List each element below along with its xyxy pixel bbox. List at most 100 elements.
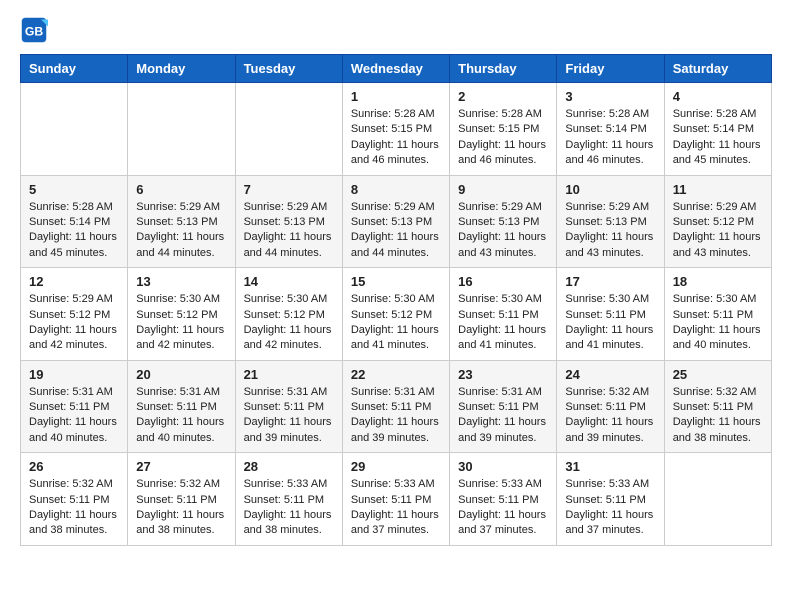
- day-header-sunday: Sunday: [21, 55, 128, 83]
- day-info: Sunrise: 5:33 AM Sunset: 5:11 PM Dayligh…: [351, 477, 441, 539]
- calendar-cell: [21, 83, 128, 176]
- day-number: 16: [458, 274, 548, 289]
- calendar-cell: 6 Sunrise: 5:29 AM Sunset: 5:13 PM Daylig…: [128, 175, 235, 268]
- calendar-cell: 25Sunrise: 5:32 AM Sunset: 5:11 PM Dayli…: [664, 360, 771, 453]
- day-info: Sunrise: 5:31 AM Sunset: 5:11 PM Dayligh…: [244, 385, 334, 447]
- day-info: Sunrise: 5:28 AM Sunset: 5:14 PM Dayligh…: [29, 200, 119, 262]
- calendar-cell: 19 Sunrise: 5:31 AM Sunset: 5:11 PM Dayli…: [21, 360, 128, 453]
- day-info: Sunrise: 5:31 AM Sunset: 5:11 PM Dayligh…: [29, 385, 119, 447]
- calendar-cell: 22 Sunrise: 5:31 AM Sunset: 5:11 PM Dayli…: [342, 360, 449, 453]
- day-info: Sunrise: 5:29 AM Sunset: 5:13 PM Dayligh…: [244, 200, 334, 262]
- day-info: Sunrise: 5:32 AM Sunset: 5:11 PM Dayligh…: [565, 385, 655, 447]
- day-header-monday: Monday: [128, 55, 235, 83]
- day-header-wednesday: Wednesday: [342, 55, 449, 83]
- calendar-cell: 21Sunrise: 5:31 AM Sunset: 5:11 PM Dayli…: [235, 360, 342, 453]
- calendar-cell: 24 Sunrise: 5:32 AM Sunset: 5:11 PM Dayli…: [557, 360, 664, 453]
- calendar-cell: 2Sunrise: 5:28 AM Sunset: 5:15 PM Daylig…: [450, 83, 557, 176]
- week-row-4: 19 Sunrise: 5:31 AM Sunset: 5:11 PM Dayli…: [21, 360, 772, 453]
- calendar-cell: 3 Sunrise: 5:28 AM Sunset: 5:14 PM Daylig…: [557, 83, 664, 176]
- day-info: Sunrise: 5:30 AM Sunset: 5:12 PM Dayligh…: [136, 292, 226, 354]
- day-info: Sunrise: 5:32 AM Sunset: 5:11 PM Dayligh…: [29, 477, 119, 539]
- calendar: SundayMondayTuesdayWednesdayThursdayFrid…: [20, 54, 772, 546]
- calendar-cell: 30 Sunrise: 5:33 AM Sunset: 5:11 PM Dayli…: [450, 453, 557, 546]
- day-number: 15: [351, 274, 441, 289]
- day-number: 7: [244, 182, 334, 197]
- day-number: 30: [458, 459, 548, 474]
- day-info: Sunrise: 5:28 AM Sunset: 5:14 PM Dayligh…: [565, 107, 655, 169]
- calendar-cell: 20Sunrise: 5:31 AM Sunset: 5:11 PM Dayli…: [128, 360, 235, 453]
- day-number: 12: [29, 274, 119, 289]
- day-number: 29: [351, 459, 441, 474]
- calendar-cell: 9 Sunrise: 5:29 AM Sunset: 5:13 PM Daylig…: [450, 175, 557, 268]
- day-info: Sunrise: 5:29 AM Sunset: 5:13 PM Dayligh…: [136, 200, 226, 262]
- calendar-cell: 28Sunrise: 5:33 AM Sunset: 5:11 PM Dayli…: [235, 453, 342, 546]
- week-row-1: 1 Sunrise: 5:28 AM Sunset: 5:15 PM Daylig…: [21, 83, 772, 176]
- header: GB: [20, 16, 772, 44]
- calendar-cell: 1 Sunrise: 5:28 AM Sunset: 5:15 PM Daylig…: [342, 83, 449, 176]
- day-info: Sunrise: 5:31 AM Sunset: 5:11 PM Dayligh…: [458, 385, 548, 447]
- day-number: 10: [565, 182, 655, 197]
- calendar-cell: 5 Sunrise: 5:28 AM Sunset: 5:14 PM Daylig…: [21, 175, 128, 268]
- day-number: 25: [673, 367, 763, 382]
- day-number: 27: [136, 459, 226, 474]
- calendar-cell: 4 Sunrise: 5:28 AM Sunset: 5:14 PM Daylig…: [664, 83, 771, 176]
- day-info: Sunrise: 5:32 AM Sunset: 5:11 PM Dayligh…: [136, 477, 226, 539]
- day-info: Sunrise: 5:33 AM Sunset: 5:11 PM Dayligh…: [458, 477, 548, 539]
- calendar-cell: 14 Sunrise: 5:30 AM Sunset: 5:12 PM Dayli…: [235, 268, 342, 361]
- day-number: 6: [136, 182, 226, 197]
- day-info: Sunrise: 5:29 AM Sunset: 5:13 PM Dayligh…: [565, 200, 655, 262]
- calendar-cell: 7 Sunrise: 5:29 AM Sunset: 5:13 PM Daylig…: [235, 175, 342, 268]
- day-number: 22: [351, 367, 441, 382]
- day-number: 14: [244, 274, 334, 289]
- calendar-cell: [235, 83, 342, 176]
- day-number: 1: [351, 89, 441, 104]
- day-info: Sunrise: 5:29 AM Sunset: 5:12 PM Dayligh…: [673, 200, 763, 262]
- day-number: 2: [458, 89, 548, 104]
- calendar-cell: 13 Sunrise: 5:30 AM Sunset: 5:12 PM Dayli…: [128, 268, 235, 361]
- calendar-cell: 17Sunrise: 5:30 AM Sunset: 5:11 PM Dayli…: [557, 268, 664, 361]
- day-info: Sunrise: 5:30 AM Sunset: 5:12 PM Dayligh…: [244, 292, 334, 354]
- svg-text:GB: GB: [25, 24, 44, 38]
- day-number: 19: [29, 367, 119, 382]
- day-header-saturday: Saturday: [664, 55, 771, 83]
- day-number: 11: [673, 182, 763, 197]
- calendar-cell: 15 Sunrise: 5:30 AM Sunset: 5:12 PM Dayli…: [342, 268, 449, 361]
- day-number: 5: [29, 182, 119, 197]
- day-info: Sunrise: 5:29 AM Sunset: 5:12 PM Dayligh…: [29, 292, 119, 354]
- calendar-cell: 29 Sunrise: 5:33 AM Sunset: 5:11 PM Dayli…: [342, 453, 449, 546]
- day-number: 9: [458, 182, 548, 197]
- day-info: Sunrise: 5:30 AM Sunset: 5:11 PM Dayligh…: [458, 292, 548, 354]
- calendar-cell: 16 Sunrise: 5:30 AM Sunset: 5:11 PM Dayli…: [450, 268, 557, 361]
- day-number: 4: [673, 89, 763, 104]
- calendar-cell: 31Sunrise: 5:33 AM Sunset: 5:11 PM Dayli…: [557, 453, 664, 546]
- day-number: 3: [565, 89, 655, 104]
- day-header-tuesday: Tuesday: [235, 55, 342, 83]
- day-info: Sunrise: 5:28 AM Sunset: 5:14 PM Dayligh…: [673, 107, 763, 169]
- day-info: Sunrise: 5:30 AM Sunset: 5:11 PM Dayligh…: [565, 292, 655, 354]
- day-info: Sunrise: 5:29 AM Sunset: 5:13 PM Dayligh…: [458, 200, 548, 262]
- calendar-cell: 26Sunrise: 5:32 AM Sunset: 5:11 PM Dayli…: [21, 453, 128, 546]
- day-info: Sunrise: 5:29 AM Sunset: 5:13 PM Dayligh…: [351, 200, 441, 262]
- day-info: Sunrise: 5:31 AM Sunset: 5:11 PM Dayligh…: [351, 385, 441, 447]
- day-number: 8: [351, 182, 441, 197]
- calendar-cell: 27 Sunrise: 5:32 AM Sunset: 5:11 PM Dayli…: [128, 453, 235, 546]
- calendar-cell: 11 Sunrise: 5:29 AM Sunset: 5:12 PM Dayli…: [664, 175, 771, 268]
- day-number: 24: [565, 367, 655, 382]
- calendar-cell: 8 Sunrise: 5:29 AM Sunset: 5:13 PM Daylig…: [342, 175, 449, 268]
- calendar-cell: 10 Sunrise: 5:29 AM Sunset: 5:13 PM Dayli…: [557, 175, 664, 268]
- calendar-cell: 18Sunrise: 5:30 AM Sunset: 5:11 PM Dayli…: [664, 268, 771, 361]
- week-row-5: 26Sunrise: 5:32 AM Sunset: 5:11 PM Dayli…: [21, 453, 772, 546]
- day-header-friday: Friday: [557, 55, 664, 83]
- day-number: 31: [565, 459, 655, 474]
- calendar-cell: 23 Sunrise: 5:31 AM Sunset: 5:11 PM Dayli…: [450, 360, 557, 453]
- day-info: Sunrise: 5:30 AM Sunset: 5:11 PM Dayligh…: [673, 292, 763, 354]
- week-row-3: 12 Sunrise: 5:29 AM Sunset: 5:12 PM Dayli…: [21, 268, 772, 361]
- header-row: SundayMondayTuesdayWednesdayThursdayFrid…: [21, 55, 772, 83]
- day-number: 23: [458, 367, 548, 382]
- day-info: Sunrise: 5:30 AM Sunset: 5:12 PM Dayligh…: [351, 292, 441, 354]
- day-info: Sunrise: 5:33 AM Sunset: 5:11 PM Dayligh…: [244, 477, 334, 539]
- day-number: 13: [136, 274, 226, 289]
- day-info: Sunrise: 5:28 AM Sunset: 5:15 PM Dayligh…: [351, 107, 441, 169]
- day-header-thursday: Thursday: [450, 55, 557, 83]
- day-number: 20: [136, 367, 226, 382]
